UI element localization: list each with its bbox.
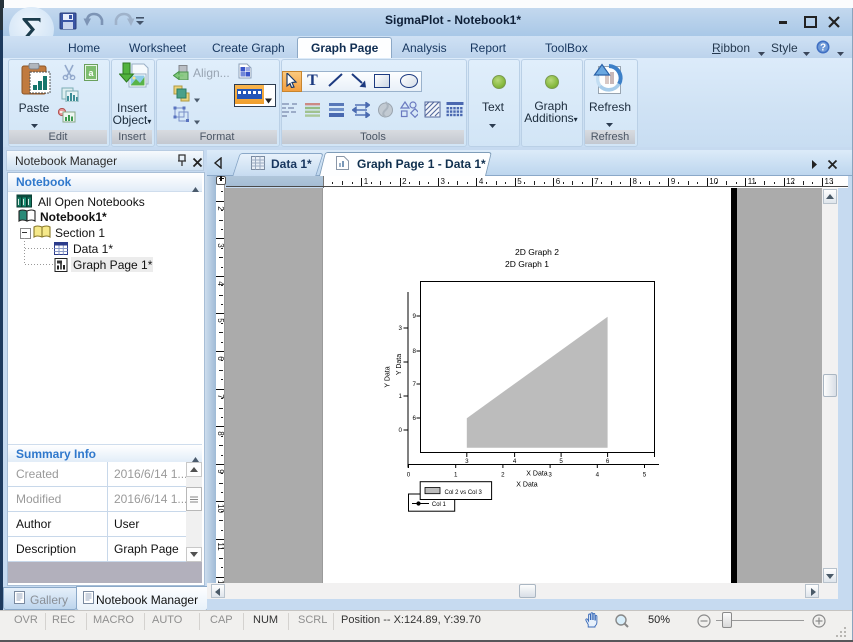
svg-text:?: ? bbox=[820, 43, 826, 54]
